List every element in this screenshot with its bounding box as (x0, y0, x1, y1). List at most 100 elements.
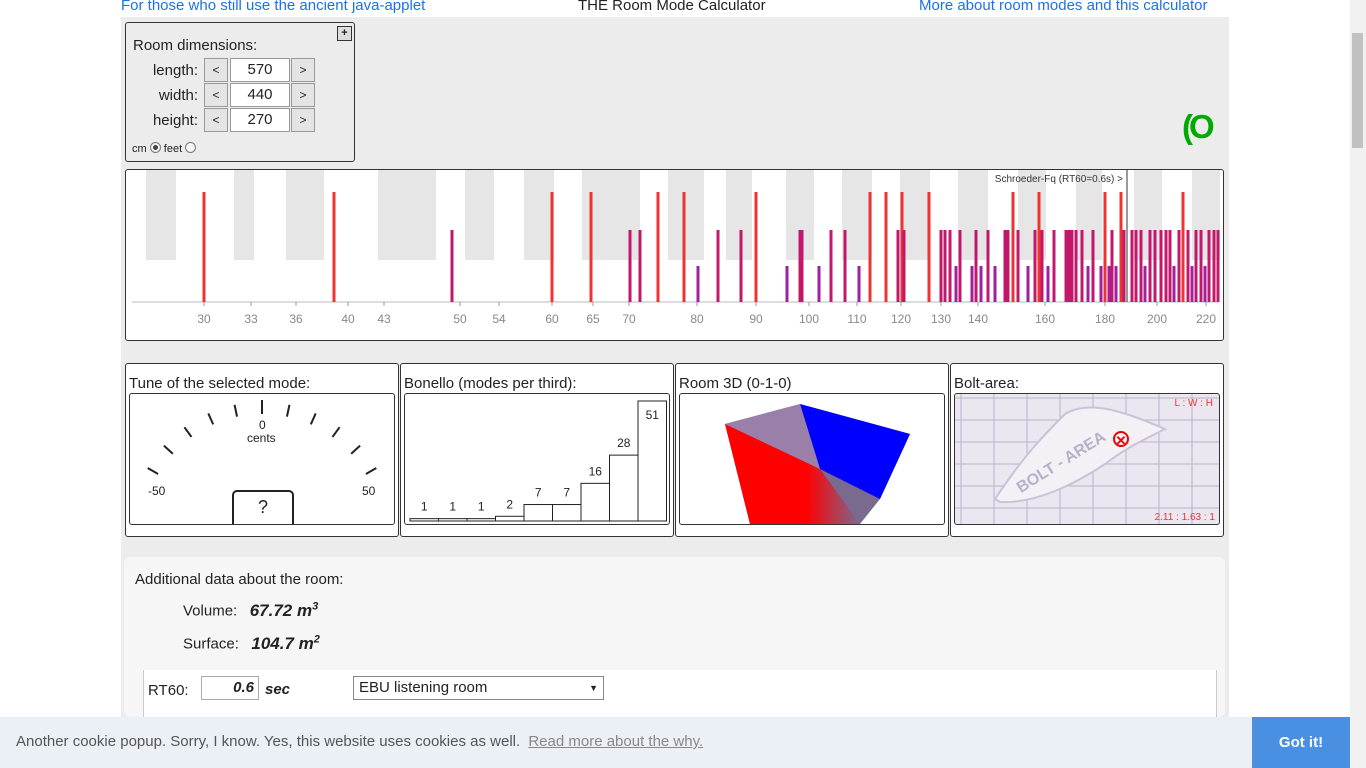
spectrum-tick-label: 220 (1196, 312, 1216, 326)
spectrum-tick-label: 200 (1147, 312, 1167, 326)
unit-cm-radio[interactable] (149, 142, 161, 153)
length-label: length: (152, 62, 198, 79)
mode-bar (1011, 192, 1015, 302)
volume-exponent: 3 (312, 600, 319, 612)
height-input[interactable]: 270 (230, 108, 290, 132)
mode-bar (970, 266, 974, 302)
surface-value: 104.7 m (251, 633, 314, 653)
mode-bar (1203, 266, 1207, 302)
mode-bar (1110, 230, 1114, 302)
spectrum-tick-label: 100 (799, 312, 819, 326)
room3d-render[interactable] (680, 394, 944, 524)
mode-bar (1207, 230, 1211, 302)
rt60-input[interactable]: 0.6 (201, 676, 259, 700)
loading-spinner-icon: (O (1182, 108, 1215, 145)
expand-button[interactable]: + (337, 26, 352, 41)
width-increase-button[interactable]: > (291, 83, 315, 107)
gauge-tick (331, 426, 341, 438)
surface-row: Surface: 104.7 m2 (183, 633, 320, 654)
mode-bar (1122, 230, 1126, 302)
length-increase-button[interactable]: > (291, 58, 315, 82)
mode-bar (1040, 230, 1044, 302)
mode-bar (696, 266, 700, 302)
bolt-area-svg[interactable] (955, 394, 1219, 524)
mode-bar (638, 230, 642, 302)
cookie-accept-button[interactable]: Got it! (1252, 717, 1350, 768)
mode-bar (1148, 230, 1152, 302)
bonello-value-label: 51 (646, 408, 660, 422)
mode-bar (868, 192, 872, 302)
cookie-more-link[interactable]: Read more about the why. (528, 733, 703, 750)
scrollbar-thumb[interactable] (1352, 33, 1363, 148)
room-type-select[interactable]: EBU listening room ▼ (353, 676, 604, 700)
page-scrollbar[interactable] (1350, 0, 1366, 768)
spectrum-tick-label: 130 (931, 312, 951, 326)
cookie-message-row: Another cookie popup. Sorry, I know. Yes… (16, 733, 703, 750)
bolt-area-graph[interactable]: BOLT - AREA L : W : H 2.11 : 1.63 : 1 ✕ (954, 393, 1220, 525)
tune-min-label: -50 (148, 484, 166, 498)
length-input[interactable]: 570 (230, 58, 290, 82)
bonello-bar (409, 518, 439, 522)
bolt-title: Bolt-area: (954, 375, 1020, 392)
mode-bar (896, 230, 900, 302)
spectrum-tick-label: 33 (244, 312, 258, 326)
bonello-graph: 1 1 1 2 7 7 16 28 51 (404, 393, 670, 525)
mode-bar (1003, 230, 1007, 302)
surface-exponent: 2 (313, 633, 320, 645)
tune-max-label: 50 (362, 484, 376, 498)
bolt-panel: Bolt-area: BOLT - AREA L : W : H 2.11 : … (950, 363, 1224, 537)
tune-cents-label: cents (247, 431, 276, 445)
mode-bar (1107, 266, 1111, 302)
mode-bar (1172, 266, 1176, 302)
unit-cm-label: cm (132, 143, 147, 155)
mode-spectrum-chart[interactable]: 30 33 36 40 43 50 54 60 65 70 80 90 100 110 120 130 140 1… (126, 170, 1223, 340)
unit-feet-radio[interactable] (185, 142, 197, 153)
additional-data: Additional data about the room: Volume: … (124, 557, 1225, 730)
mode-bar (800, 230, 804, 302)
length-decrease-button[interactable]: < (204, 58, 228, 82)
height-increase-button[interactable]: > (291, 108, 315, 132)
mode-bar (1026, 266, 1030, 302)
bonello-title: Bonello (modes per third): (404, 375, 577, 392)
mode-bar (716, 230, 720, 302)
bonello-value-label: 1 (449, 500, 456, 514)
mode-bar (902, 230, 906, 302)
spectrum-tick-label: 70 (622, 312, 636, 326)
mode-bar (1168, 230, 1172, 302)
mode-spectrum[interactable]: 30 33 36 40 43 50 54 60 65 70 80 90 100 110 120 130 140 1… (125, 169, 1224, 341)
mode-bar (1143, 266, 1147, 302)
mode-bar (1139, 230, 1143, 302)
mode-bar (927, 192, 931, 302)
mode-bar (628, 230, 632, 302)
mode-bar (974, 230, 978, 302)
java-applet-link[interactable]: For those who still use the ancient java… (121, 0, 425, 14)
additional-title: Additional data about the room: (135, 571, 344, 588)
spectrum-tick-label: 120 (891, 312, 911, 326)
dropdown-arrow-icon: ▼ (589, 683, 598, 693)
spectrum-tick-label: 60 (545, 312, 559, 326)
bonello-value-label: 2 (506, 497, 513, 511)
room3d-view[interactable] (679, 393, 945, 525)
bolt-ratio-value: 2.11 : 1.63 : 1 (1154, 512, 1215, 523)
mode-bar (1199, 230, 1203, 302)
width-decrease-button[interactable]: < (204, 83, 228, 107)
mode-bar (817, 266, 821, 302)
spectrum-tick-label: 40 (341, 312, 355, 326)
gauge-tick (163, 444, 174, 455)
spectrum-tick-label: 50 (453, 312, 467, 326)
tune-zero-label: 0 (259, 418, 266, 432)
mode-bar (785, 266, 789, 302)
width-input[interactable]: 440 (230, 83, 290, 107)
about-link[interactable]: More about room modes and this calculato… (919, 0, 1207, 14)
mode-bar (986, 230, 990, 302)
mode-bar (332, 192, 336, 302)
gauge-tick (365, 467, 377, 475)
mode-bar (1190, 266, 1194, 302)
unit-selector: cm feet (132, 142, 197, 155)
mode-bar (1119, 192, 1123, 302)
room-ratio-marker-icon: ✕ (1113, 431, 1129, 448)
height-decrease-button[interactable]: < (204, 108, 228, 132)
mode-bar (1177, 230, 1181, 302)
mode-bar (948, 230, 952, 302)
mode-bar (1216, 230, 1220, 302)
